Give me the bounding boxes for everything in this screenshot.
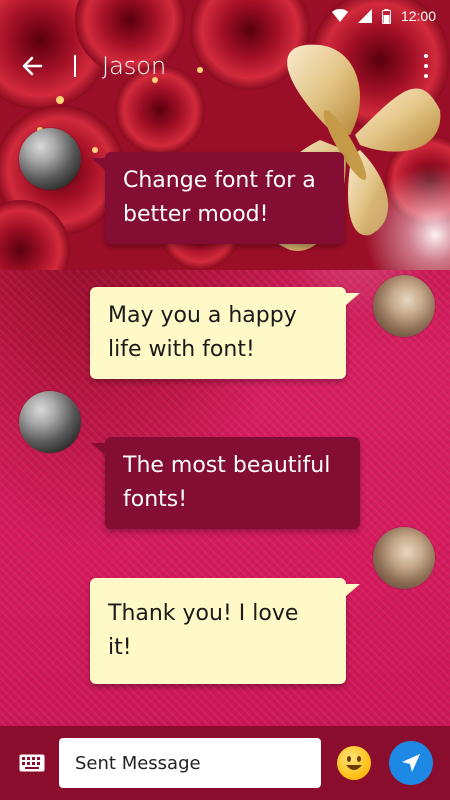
incoming-message: Change font for a better mood! — [91, 152, 344, 244]
contact-avatar[interactable] — [19, 391, 81, 453]
message-text-line: The most beautiful — [123, 453, 331, 478]
keyboard-icon — [19, 754, 45, 772]
message-text-line: Thank you! I love it! — [108, 601, 299, 660]
header-divider — [74, 55, 76, 77]
message-text-line: fonts! — [123, 487, 188, 512]
message-text-line: Change font for a — [123, 168, 316, 193]
send-icon — [402, 754, 420, 772]
contact-avatar[interactable] — [19, 128, 81, 190]
keyboard-button[interactable] — [16, 747, 48, 779]
more-options-button[interactable] — [416, 52, 436, 80]
cell-signal-icon — [357, 9, 372, 23]
back-button[interactable] — [12, 46, 52, 86]
message-text-line: May you a happy — [108, 303, 297, 328]
more-vert-icon — [424, 54, 428, 58]
smiley-emoji-icon — [346, 756, 362, 770]
wifi-icon — [331, 9, 348, 22]
battery-icon — [381, 8, 391, 24]
composer-bar — [0, 726, 450, 800]
incoming-message: The most beautiful fonts! — [91, 437, 360, 529]
message-text-line: life with font! — [108, 337, 255, 362]
message-text-line: better mood! — [123, 202, 269, 227]
contact-name: Jason — [102, 52, 167, 80]
outgoing-message: Thank you! I love it! — [90, 578, 360, 684]
message-input[interactable] — [59, 738, 321, 788]
status-time: 12:00 — [400, 8, 436, 24]
emoji-button[interactable] — [337, 746, 371, 780]
send-button[interactable] — [389, 741, 433, 785]
user-avatar[interactable] — [373, 275, 435, 337]
user-avatar[interactable] — [373, 527, 435, 589]
outgoing-message: May you a happy life with font! — [90, 287, 360, 379]
conversation-header: Jason — [0, 38, 450, 94]
arrow-left-icon — [22, 56, 43, 76]
status-bar: 12:00 — [0, 0, 450, 32]
